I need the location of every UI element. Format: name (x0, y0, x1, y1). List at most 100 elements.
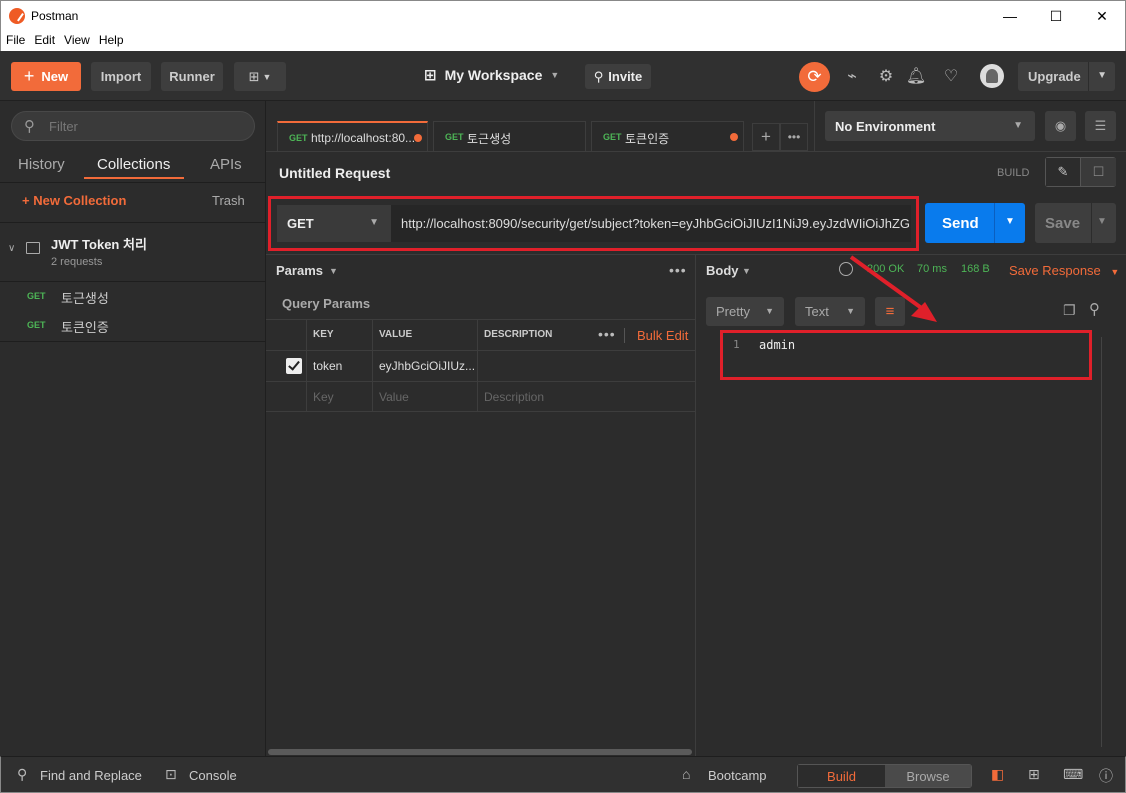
tab-label: 토근생성 (467, 132, 512, 146)
key-input[interactable]: Key (306, 382, 372, 412)
type-label: Text (805, 304, 829, 319)
upgrade-button[interactable]: Upgrade ▼ (1018, 62, 1115, 91)
more-options-icon[interactable]: ••• (669, 262, 687, 278)
edit-pencil-icon[interactable]: ✎ (1046, 158, 1081, 186)
method-badge: GET (27, 291, 46, 301)
params-table: KEY VALUE DESCRIPTION ••• Bulk Edit toke… (266, 319, 695, 412)
request-name: 토근생성 (61, 291, 109, 306)
chevron-down-icon[interactable]: ▼ (1097, 216, 1107, 227)
more-options-icon[interactable]: ••• (598, 326, 616, 342)
keyboard-icon[interactable]: ⌨ (1063, 766, 1083, 783)
new-window-icon: ⊞ (248, 68, 260, 84)
description-input[interactable]: Description (477, 382, 695, 412)
response-size[interactable]: 168 B (961, 263, 990, 275)
chevron-down-icon[interactable]: ▼ (1097, 70, 1107, 81)
chevron-down-icon: ▼ (1013, 120, 1023, 131)
avatar[interactable] (980, 64, 1004, 88)
request-tab[interactable]: GET 토큰인증 (591, 121, 744, 152)
request-title[interactable]: Untitled Request (279, 165, 390, 181)
send-button[interactable]: Send ▼ (925, 203, 1025, 243)
tab-apis[interactable]: APIs (210, 156, 242, 173)
divider (814, 101, 815, 151)
request-tab[interactable]: GET http://localhost:80... (277, 121, 428, 152)
menu-edit[interactable]: Edit (29, 30, 59, 47)
save-response-button[interactable]: Save Response ▼ (1009, 263, 1119, 278)
bell-icon[interactable]: 🔔︎ (906, 66, 926, 86)
search-placeholder: Filter (49, 119, 78, 134)
add-tab-button[interactable]: + (752, 123, 780, 151)
menu-view[interactable]: View (59, 30, 94, 47)
new-button[interactable]: + New (11, 62, 81, 91)
new-window-button[interactable]: ⊞ ▼ (234, 62, 286, 91)
vertical-scrollbar[interactable] (1101, 337, 1102, 747)
settings-sliders-icon[interactable]: ☰ (1085, 111, 1116, 141)
bootcamp-button[interactable]: Bootcamp (708, 768, 767, 783)
format-select[interactable]: Pretty ▼ (706, 297, 784, 326)
maximize-button[interactable]: ☐ (1033, 1, 1079, 31)
browse-mode-button[interactable]: Browse (885, 765, 971, 787)
horizontal-scrollbar[interactable] (268, 749, 692, 755)
workspace-label: My Workspace (444, 67, 543, 83)
trash-link[interactable]: Trash (212, 193, 245, 208)
value-input[interactable]: Value (372, 382, 477, 412)
menu-help[interactable]: Help (94, 30, 128, 47)
chevron-down-icon[interactable]: ▼ (742, 266, 751, 276)
chevron-down-icon[interactable]: ▼ (1005, 216, 1015, 227)
param-value[interactable]: eyJhbGciOiJIUz... (372, 351, 477, 381)
heart-icon[interactable]: ♡ (941, 66, 961, 86)
new-collection-button[interactable]: + New Collection (22, 193, 126, 208)
import-button[interactable]: Import (91, 62, 151, 91)
invite-button[interactable]: ⚲ Invite (585, 64, 651, 89)
tab-collections[interactable]: Collections (97, 156, 170, 173)
search-icon: ⚲ (17, 766, 28, 782)
chevron-down-icon[interactable]: ∨ (8, 243, 15, 254)
description-header: DESCRIPTION (484, 329, 553, 340)
params-tab[interactable]: Params (276, 263, 323, 278)
body-tab[interactable]: Body (706, 263, 739, 278)
two-pane-view-icon[interactable]: ◧ (991, 766, 1004, 783)
build-mode-button[interactable]: Build (798, 765, 885, 787)
format-label: Pretty (716, 304, 750, 319)
param-description[interactable] (477, 351, 695, 381)
console-icon: ⊡ (165, 766, 177, 782)
highlight-box (268, 196, 919, 251)
more-tabs-button[interactable]: ••• (780, 123, 808, 151)
menu-file[interactable]: File (1, 30, 29, 47)
col-key: KEY (306, 320, 372, 350)
chevron-down-icon[interactable]: ▼ (329, 266, 338, 276)
mode-label: BUILD (997, 167, 1030, 179)
request-tab[interactable]: GET 토근생성 (433, 121, 586, 152)
comment-icon[interactable]: ☐ (1081, 158, 1116, 186)
eye-icon[interactable]: ◉ (1045, 111, 1076, 141)
environment-select[interactable]: No Environment ▼ (825, 111, 1035, 141)
layout-icon[interactable]: ⊞ (1028, 766, 1040, 783)
help-icon[interactable]: ⓘ (1099, 766, 1113, 786)
tab-history[interactable]: History (18, 156, 65, 173)
list-item[interactable]: GET 토큰인증 (0, 311, 266, 340)
bulk-edit-link[interactable]: Bulk Edit (624, 328, 688, 343)
copy-icon[interactable]: ❐ (1063, 302, 1076, 319)
workspace-selector[interactable]: ⊞ My Workspace ▼ (424, 66, 559, 84)
divider (266, 151, 1126, 152)
plus-icon: + (23, 66, 35, 86)
save-response-label: Save Response (1009, 263, 1101, 278)
console-button[interactable]: Console (189, 768, 237, 783)
close-button[interactable]: ✕ (1079, 1, 1125, 31)
minimize-button[interactable]: — (987, 1, 1033, 31)
gear-icon[interactable]: ⚙ (876, 66, 896, 86)
add-user-icon: ⚲ (593, 68, 604, 84)
row-checkbox[interactable] (286, 358, 302, 374)
satellite-icon[interactable]: ⌁ (842, 66, 862, 86)
save-button[interactable]: Save ▼ (1035, 203, 1116, 243)
search-input[interactable]: ⚲ Filter (11, 111, 255, 141)
pane-divider[interactable] (695, 254, 696, 756)
sync-icon[interactable]: ⟳ (799, 62, 830, 92)
find-replace-button[interactable]: Find and Replace (40, 768, 142, 783)
chevron-down-icon: ▼ (765, 306, 774, 316)
runner-button[interactable]: Runner (161, 62, 223, 91)
list-item[interactable]: GET 토근생성 (0, 282, 266, 311)
divider (266, 254, 1126, 255)
param-key[interactable]: token (306, 351, 372, 381)
collection-count: 2 requests (51, 256, 103, 268)
search-icon[interactable]: ⚲ (1089, 300, 1100, 318)
